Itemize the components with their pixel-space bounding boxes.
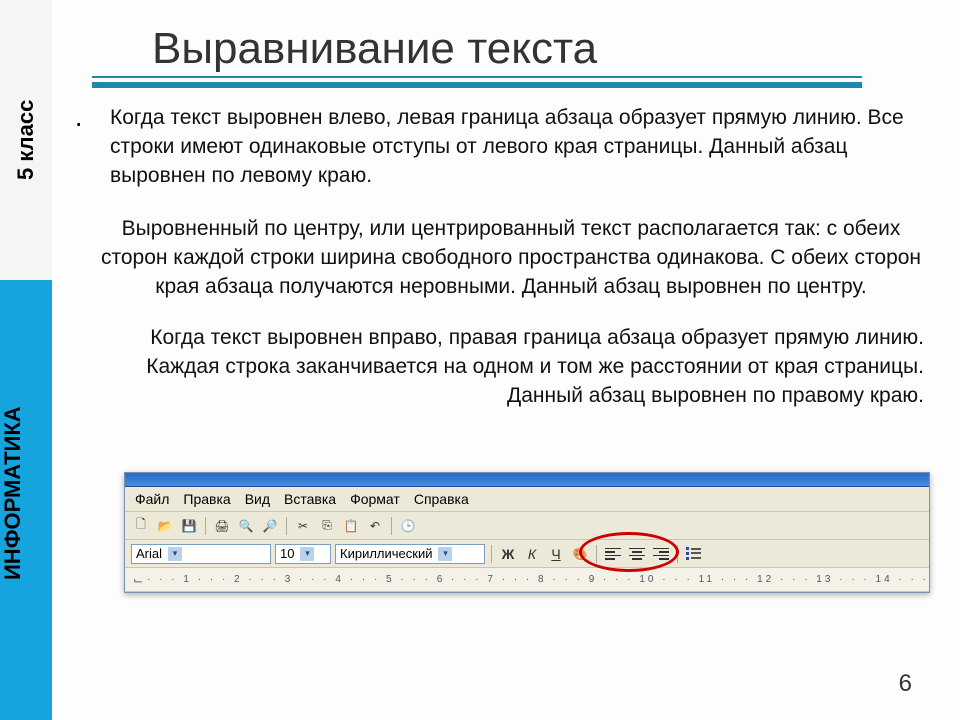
find-icon[interactable]: 🔎 — [260, 516, 280, 536]
format-toolbar: Arial ▾ 10 ▾ Кириллический ▾ Ж К Ч 🎨 — [125, 540, 929, 568]
menu-format[interactable]: Формат — [350, 491, 400, 507]
encoding-combo[interactable]: Кириллический ▾ — [335, 544, 485, 564]
font-name-combo[interactable]: Arial ▾ — [131, 544, 271, 564]
paste-icon[interactable]: 📋 — [341, 516, 361, 536]
ruler-tab-marker: ⌙ — [133, 573, 143, 587]
undo-icon[interactable]: ↶ — [365, 516, 385, 536]
menu-file[interactable]: Файл — [135, 491, 169, 507]
paragraph-left-aligned: Когда текст выровнен влево, левая границ… — [52, 104, 960, 191]
bullet-list-icon — [686, 547, 702, 561]
ruler-numbers: · · · 1 · · · 2 · · · 3 · · · 4 · · · 5 … — [147, 574, 929, 585]
font-size-combo[interactable]: 10 ▾ — [275, 544, 331, 564]
font-name-value: Arial — [136, 546, 162, 561]
paragraph-center-aligned: Выровненный по центру, или центрированны… — [52, 215, 960, 302]
sidebar-subject-label: ИНФОРМАТИКА — [0, 280, 52, 720]
align-right-icon — [653, 547, 669, 561]
bullet-list-button[interactable] — [684, 544, 704, 564]
menu-edit[interactable]: Правка — [183, 491, 230, 507]
preview-icon[interactable]: 🔍 — [236, 516, 256, 536]
underline-button[interactable]: Ч — [546, 544, 566, 564]
encoding-value: Кириллический — [340, 546, 432, 561]
page-number: 6 — [899, 670, 912, 698]
menu-insert[interactable]: Вставка — [284, 491, 336, 507]
chevron-down-icon: ▾ — [300, 547, 314, 561]
standard-toolbar: 🗋 📂 💾 🖨 🔍 🔎 ✂ ⎘ 📋 ↶ 🕒 — [125, 512, 929, 540]
align-left-button[interactable] — [603, 544, 623, 564]
wordpad-window: Файл Правка Вид Вставка Формат Справка 🗋… — [124, 472, 930, 593]
sidebar: 5 класс ИНФОРМАТИКА — [0, 0, 52, 720]
print-icon[interactable]: 🖨 — [212, 516, 232, 536]
save-icon[interactable]: 💾 — [179, 516, 199, 536]
font-size-value: 10 — [280, 546, 294, 561]
chevron-down-icon: ▾ — [168, 547, 182, 561]
menu-bar: Файл Правка Вид Вставка Формат Справка — [125, 487, 929, 512]
copy-icon[interactable]: ⎘ — [317, 516, 337, 536]
italic-button[interactable]: К — [522, 544, 542, 564]
new-icon[interactable]: 🗋 — [131, 516, 151, 536]
paragraph-right-aligned: Когда текст выровнен вправо, правая гран… — [52, 324, 960, 411]
align-center-icon — [629, 547, 645, 561]
menu-view[interactable]: Вид — [245, 491, 270, 507]
align-center-button[interactable] — [627, 544, 647, 564]
slide-content: Выравнивание текста Когда текст выровнен… — [52, 0, 960, 720]
window-titlebar — [125, 473, 929, 487]
cut-icon[interactable]: ✂ — [293, 516, 313, 536]
sidebar-grade-label: 5 класс — [0, 0, 52, 280]
align-right-button[interactable] — [651, 544, 671, 564]
date-icon[interactable]: 🕒 — [398, 516, 418, 536]
bold-button[interactable]: Ж — [498, 544, 518, 564]
chevron-down-icon: ▾ — [438, 547, 452, 561]
align-left-icon — [605, 547, 621, 561]
menu-help[interactable]: Справка — [414, 491, 469, 507]
slide-title: Выравнивание текста — [152, 24, 597, 74]
title-underline — [92, 76, 862, 88]
ruler: ⌙ · · · 1 · · · 2 · · · 3 · · · 4 · · · … — [125, 568, 929, 592]
text-color-icon[interactable]: 🎨 — [570, 544, 590, 564]
open-icon[interactable]: 📂 — [155, 516, 175, 536]
